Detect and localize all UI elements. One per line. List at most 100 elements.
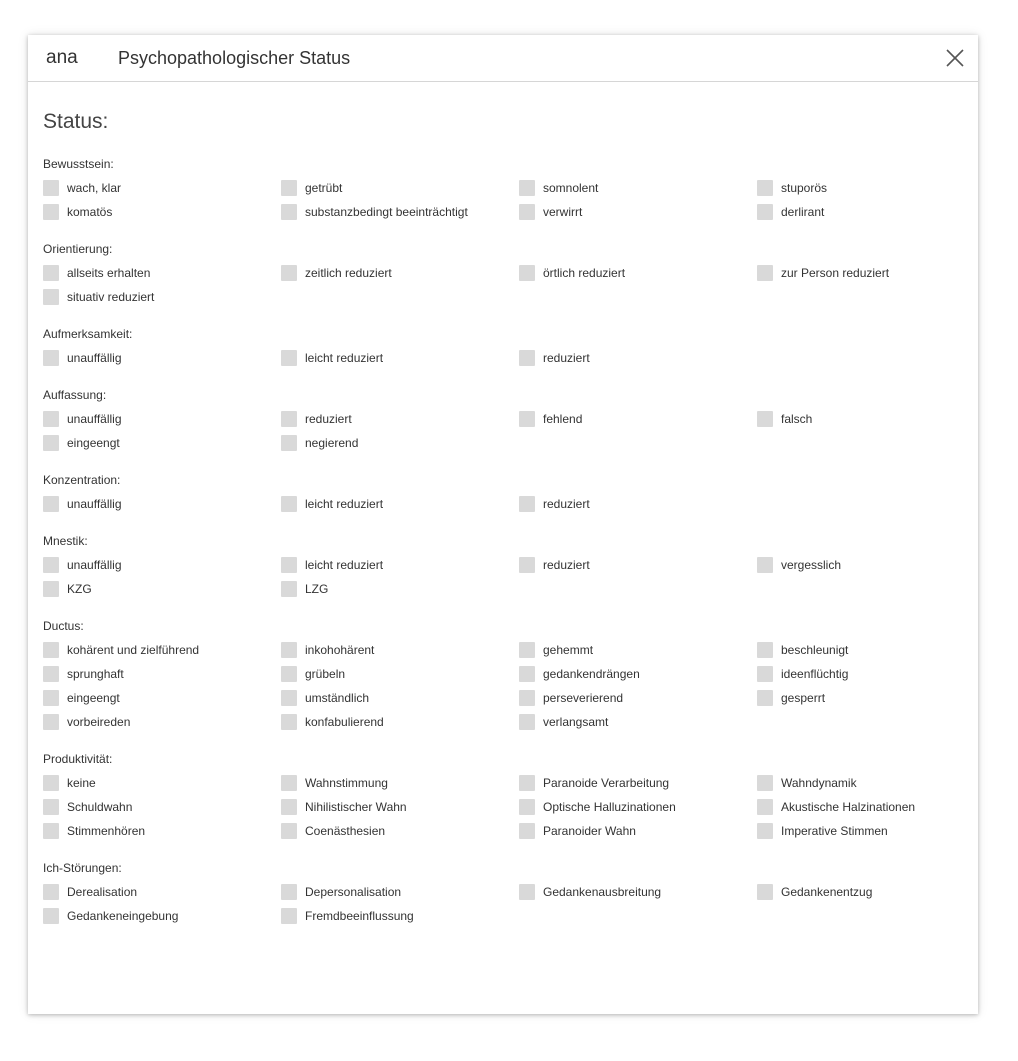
checkbox-option[interactable]: Paranoider Wahn	[519, 819, 757, 843]
checkbox-option[interactable]: unauffällig	[43, 346, 281, 370]
checkbox[interactable]	[519, 690, 535, 706]
checkbox[interactable]	[519, 496, 535, 512]
checkbox-option[interactable]: Depersonalisation	[281, 880, 519, 904]
checkbox-option[interactable]: sprunghaft	[43, 662, 281, 686]
checkbox[interactable]	[757, 799, 773, 815]
checkbox[interactable]	[519, 884, 535, 900]
checkbox-option[interactable]: zur Person reduziert	[757, 261, 963, 285]
checkbox[interactable]	[281, 496, 297, 512]
checkbox-option[interactable]: kohärent und zielführend	[43, 638, 281, 662]
checkbox[interactable]	[281, 411, 297, 427]
checkbox[interactable]	[519, 557, 535, 573]
checkbox[interactable]	[43, 775, 59, 791]
checkbox[interactable]	[757, 204, 773, 220]
checkbox[interactable]	[43, 823, 59, 839]
checkbox[interactable]	[43, 204, 59, 220]
checkbox-option[interactable]: beschleunigt	[757, 638, 963, 662]
checkbox-option[interactable]: substanzbedingt beeinträchtigt	[281, 200, 519, 224]
checkbox[interactable]	[43, 690, 59, 706]
checkbox-option[interactable]: ideenflüchtig	[757, 662, 963, 686]
checkbox[interactable]	[43, 289, 59, 305]
checkbox[interactable]	[519, 799, 535, 815]
checkbox[interactable]	[519, 642, 535, 658]
checkbox-option[interactable]: keine	[43, 771, 281, 795]
checkbox[interactable]	[281, 557, 297, 573]
checkbox-option[interactable]: gehemmt	[519, 638, 757, 662]
checkbox-option[interactable]: verwirrt	[519, 200, 757, 224]
checkbox[interactable]	[43, 411, 59, 427]
checkbox-option[interactable]: Wahndynamik	[757, 771, 963, 795]
checkbox[interactable]	[43, 714, 59, 730]
checkbox-option[interactable]: derlirant	[757, 200, 963, 224]
checkbox[interactable]	[281, 265, 297, 281]
checkbox[interactable]	[519, 775, 535, 791]
checkbox-option[interactable]: reduziert	[519, 553, 757, 577]
checkbox-option[interactable]: Akustische Halzinationen	[757, 795, 963, 819]
checkbox-option[interactable]: wach, klar	[43, 176, 281, 200]
checkbox-option[interactable]: Paranoide Verarbeitung	[519, 771, 757, 795]
checkbox-option[interactable]: perseverierend	[519, 686, 757, 710]
checkbox[interactable]	[519, 180, 535, 196]
checkbox[interactable]	[519, 823, 535, 839]
checkbox[interactable]	[43, 435, 59, 451]
checkbox[interactable]	[43, 350, 59, 366]
checkbox-option[interactable]: leicht reduziert	[281, 553, 519, 577]
checkbox[interactable]	[43, 265, 59, 281]
checkbox-option[interactable]: falsch	[757, 407, 963, 431]
checkbox[interactable]	[281, 435, 297, 451]
checkbox-option[interactable]: eingeengt	[43, 431, 281, 455]
checkbox-option[interactable]: somnolent	[519, 176, 757, 200]
checkbox-option[interactable]: Nihilistischer Wahn	[281, 795, 519, 819]
checkbox-option[interactable]: verlangsamt	[519, 710, 757, 734]
checkbox-option[interactable]: unauffällig	[43, 407, 281, 431]
checkbox-option[interactable]: komatös	[43, 200, 281, 224]
checkbox-option[interactable]: Stimmenhören	[43, 819, 281, 843]
checkbox-option[interactable]: Gedankenentzug	[757, 880, 963, 904]
checkbox-option[interactable]: inkohohärent	[281, 638, 519, 662]
checkbox[interactable]	[757, 642, 773, 658]
checkbox[interactable]	[281, 884, 297, 900]
checkbox-option[interactable]: KZG	[43, 577, 281, 601]
checkbox-option[interactable]: reduziert	[281, 407, 519, 431]
checkbox[interactable]	[43, 642, 59, 658]
checkbox[interactable]	[757, 884, 773, 900]
checkbox-option[interactable]: reduziert	[519, 492, 757, 516]
checkbox[interactable]	[43, 908, 59, 924]
checkbox-option[interactable]: unauffällig	[43, 492, 281, 516]
checkbox[interactable]	[757, 823, 773, 839]
checkbox-option[interactable]: gesperrt	[757, 686, 963, 710]
checkbox[interactable]	[281, 350, 297, 366]
checkbox-option[interactable]: LZG	[281, 577, 519, 601]
checkbox-option[interactable]: fehlend	[519, 407, 757, 431]
checkbox[interactable]	[757, 180, 773, 196]
checkbox[interactable]	[281, 581, 297, 597]
checkbox-option[interactable]: Imperative Stimmen	[757, 819, 963, 843]
checkbox-option[interactable]: zeitlich reduziert	[281, 261, 519, 285]
checkbox-option[interactable]: negierend	[281, 431, 519, 455]
checkbox[interactable]	[281, 775, 297, 791]
checkbox-option[interactable]: reduziert	[519, 346, 757, 370]
checkbox[interactable]	[43, 180, 59, 196]
checkbox[interactable]	[757, 666, 773, 682]
checkbox-option[interactable]: grübeln	[281, 662, 519, 686]
checkbox-option[interactable]: gedankendrängen	[519, 662, 757, 686]
checkbox[interactable]	[519, 350, 535, 366]
checkbox[interactable]	[757, 775, 773, 791]
checkbox[interactable]	[519, 204, 535, 220]
checkbox-option[interactable]: vorbeireden	[43, 710, 281, 734]
checkbox[interactable]	[757, 557, 773, 573]
checkbox[interactable]	[43, 557, 59, 573]
checkbox-option[interactable]: Coenästhesien	[281, 819, 519, 843]
checkbox[interactable]	[43, 496, 59, 512]
checkbox[interactable]	[281, 714, 297, 730]
checkbox-option[interactable]: leicht reduziert	[281, 346, 519, 370]
checkbox[interactable]	[43, 666, 59, 682]
checkbox-option[interactable]: stuporös	[757, 176, 963, 200]
checkbox[interactable]	[281, 180, 297, 196]
checkbox-option[interactable]: örtlich reduziert	[519, 261, 757, 285]
checkbox[interactable]	[281, 823, 297, 839]
checkbox[interactable]	[757, 265, 773, 281]
checkbox-option[interactable]: Optische Halluzinationen	[519, 795, 757, 819]
checkbox-option[interactable]: Gedankenausbreitung	[519, 880, 757, 904]
checkbox[interactable]	[757, 411, 773, 427]
